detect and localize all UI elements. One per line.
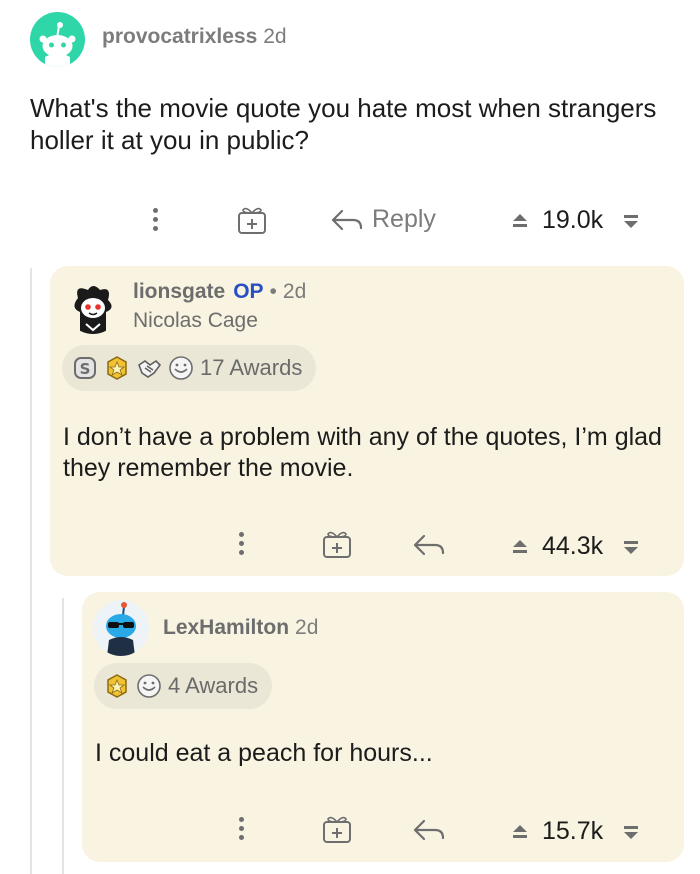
thread-line-nested[interactable] [62,598,64,874]
gold-award-icon [107,356,127,380]
upvote-icon[interactable] [512,213,528,229]
post-avatar[interactable] [30,12,85,67]
lexhamilton-avatar[interactable] [93,600,149,656]
op-badge: OP [233,280,264,303]
silver-award-icon: S [74,357,96,379]
upvote-icon[interactable] [512,539,528,555]
more-options-icon[interactable] [236,817,246,840]
op-timestamp: 2d [282,280,307,303]
award-icon[interactable] [321,813,353,850]
svg-text:S: S [80,360,91,378]
award-icon[interactable] [321,528,353,565]
handshake-award-icon [138,359,162,378]
awards-pill[interactable]: S 17 Awards [62,345,317,391]
op-score: 44.3k [542,532,604,560]
post-body: What's the movie quote you hate most whe… [30,93,657,155]
nested-vote-bar: 15.7k [512,817,639,846]
lexhamilton-username[interactable]: LexHamilton [163,616,289,640]
award-icon[interactable] [236,204,268,241]
post-timestamp: 2d [263,25,287,48]
reply-arrow-icon [331,209,363,230]
reply-button[interactable] [412,532,446,563]
reply-label: Reply [372,205,436,233]
gold-award-icon [107,674,127,698]
op-avatar[interactable] [66,280,120,334]
awards-count: 17 Awards [200,355,303,380]
wholesome-award-icon [137,674,161,698]
reply-arrow-icon [413,819,445,841]
op-vote-bar: 44.3k [512,532,639,561]
nested-score: 15.7k [542,817,604,845]
awards-pill[interactable]: 4 Awards [94,663,273,709]
reply-arrow-icon [413,534,445,556]
post-vote-bar: 19.0k [512,206,639,235]
upvote-icon[interactable] [512,824,528,840]
op-username[interactable]: lionsgate [133,280,225,304]
reply-button[interactable]: Reply [330,205,436,234]
more-options-icon[interactable] [150,208,160,231]
dot-separator: • [269,280,277,303]
lexhamilton-timestamp: 2d [295,616,319,639]
snoo-icon [39,22,76,67]
post-score: 19.0k [542,206,604,234]
user-flair: Nicolas Cage [133,309,258,332]
downvote-icon[interactable] [623,539,639,555]
thread-line[interactable] [30,268,32,874]
nested-comment-body: I could eat a peach for hours... [95,739,433,767]
more-options-icon[interactable] [236,532,246,555]
wholesome-award-icon [169,356,193,380]
downvote-icon[interactable] [623,213,639,229]
downvote-icon[interactable] [623,824,639,840]
post-username[interactable]: provocatrixless [102,25,257,49]
reply-button[interactable] [412,817,446,848]
awards-count: 4 Awards [168,673,259,698]
op-comment-body: I don’t have a problem with any of the q… [63,423,662,482]
